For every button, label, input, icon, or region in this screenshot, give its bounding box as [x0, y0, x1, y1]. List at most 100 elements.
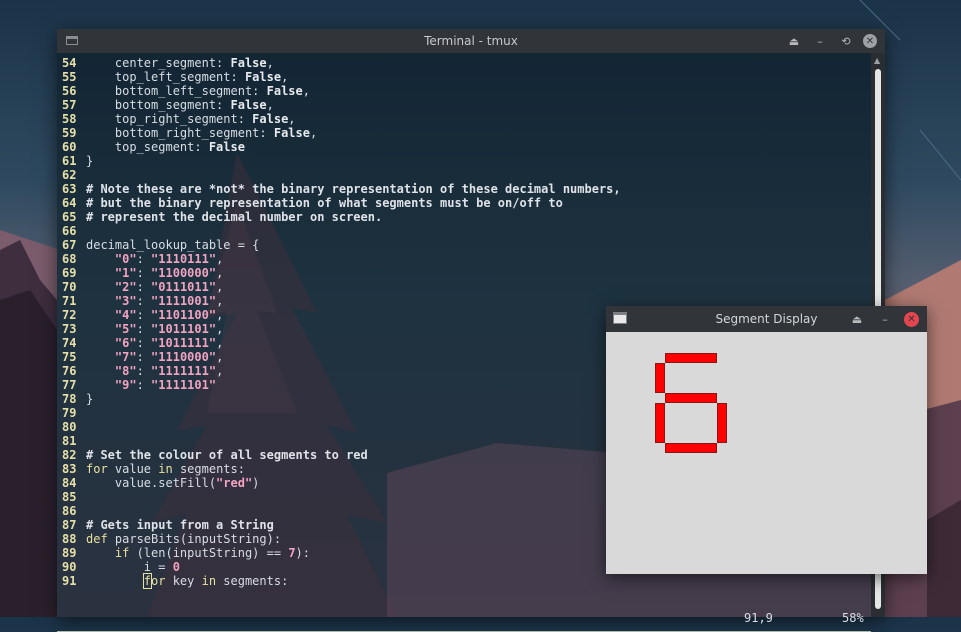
line-text: "4": "1101100",: [114, 308, 224, 322]
code-line: 63 # Note these are *not* the binary repr…: [62, 182, 621, 196]
seg-close-button[interactable]: ✕: [904, 311, 919, 327]
line-number: 55: [62, 70, 77, 84]
code-line: 88 def parseBits(inputString):: [62, 532, 621, 546]
top-segment: [665, 353, 717, 363]
line-number: 60: [62, 140, 77, 154]
code-line: 70 "2": "0111011",: [62, 280, 621, 294]
top-left-segment: [655, 363, 665, 393]
code-line: 85: [62, 490, 621, 504]
code-line: 84 value.setFill("red"): [62, 476, 621, 490]
line-number: 78: [62, 392, 77, 406]
line-number: 58: [62, 112, 77, 126]
line-text: "3": "1111001",: [114, 294, 224, 308]
line-text: bottom_segment: False,: [86, 98, 274, 112]
seg-shade-button[interactable]: ⏏: [848, 310, 866, 328]
code-line: 57 bottom_segment: False,: [62, 98, 621, 112]
line-text: top_segment: False: [86, 140, 245, 154]
line-number: 72: [62, 308, 77, 322]
line-number: 87: [62, 518, 77, 532]
code-line: 91 for key in segments:: [62, 573, 621, 589]
minimize-button[interactable]: –: [811, 32, 829, 50]
code-line: 77 "9": "1111101": [62, 378, 621, 392]
line-number: 66: [62, 224, 77, 238]
terminal-app-icon[interactable]: [66, 36, 78, 45]
segment-canvas: [606, 332, 927, 574]
line-number: 57: [62, 98, 77, 112]
line-text: "7": "1110000",: [114, 350, 224, 364]
line-number: 56: [62, 84, 77, 98]
scroll-up-arrow-icon[interactable]: ▲: [874, 56, 880, 65]
line-text: "5": "1011101",: [114, 322, 224, 336]
code-line: 78}: [62, 392, 621, 406]
segment-display-window: Segment Display ⏏ – ✕: [606, 306, 927, 574]
code-listing: 54 center_segment: False, 55 top_left_seg…: [62, 56, 621, 589]
line-text: }: [86, 392, 94, 406]
bottom-right-segment: [717, 403, 727, 443]
close-button[interactable]: ✕: [863, 34, 877, 48]
code-line: 64 # but the binary representation of wha…: [62, 196, 621, 210]
bottom-segment: [665, 443, 717, 453]
line-number: 81: [62, 434, 77, 448]
code-line: 66: [62, 224, 621, 238]
line-number: 74: [62, 336, 77, 350]
code-line: 75 "7": "1110000",: [62, 350, 621, 364]
line-text: top_left_segment: False,: [86, 70, 289, 84]
code-line: 72 "4": "1101100",: [62, 308, 621, 322]
line-number: 65: [62, 210, 77, 224]
code-line: 65 # represent the decimal number on scre…: [62, 210, 621, 224]
line-text: for value in segments:: [86, 462, 245, 476]
line-text: "2": "0111011",: [114, 280, 224, 294]
line-number: 54: [62, 56, 77, 70]
center-segment: [665, 393, 717, 403]
line-text: value.setFill("red"): [86, 476, 260, 490]
line-text: bottom_right_segment: False,: [86, 126, 318, 140]
code-line: 60 top_segment: False: [62, 140, 621, 154]
terminal-titlebar[interactable]: Terminal - tmux ⏏ – ⟲ ✕: [57, 29, 885, 53]
line-number: 64: [62, 196, 77, 210]
code-line: 71 "3": "1111001",: [62, 294, 621, 308]
segment-window-title: Segment Display: [715, 312, 818, 326]
line-number: 84: [62, 476, 77, 490]
seg-minimize-button[interactable]: –: [876, 310, 894, 328]
code-line: 81: [62, 434, 621, 448]
line-number: 59: [62, 126, 77, 140]
code-line: 82 # Set the colour of all segments to re…: [62, 448, 621, 462]
code-line: 54 center_segment: False,: [62, 56, 621, 70]
line-text: # Set the colour of all segments to red: [86, 448, 368, 462]
line-number: 73: [62, 322, 77, 336]
cursor-position: 91,9: [744, 611, 773, 625]
maximize-button[interactable]: ⟲: [837, 32, 855, 50]
line-number: 75: [62, 350, 77, 364]
code-line: 59 bottom_right_segment: False,: [62, 126, 621, 140]
shade-button[interactable]: ⏏: [785, 32, 803, 50]
line-number: 68: [62, 252, 77, 266]
terminal-title: Terminal - tmux: [424, 34, 518, 48]
line-text: # but the binary representation of what …: [86, 196, 563, 210]
code-line: 73 "5": "1011101",: [62, 322, 621, 336]
code-line: 61}: [62, 154, 621, 168]
line-text: decimal_lookup_table = {: [86, 238, 260, 252]
line-number: 80: [62, 420, 77, 434]
line-text: "6": "1011111",: [114, 336, 224, 350]
line-number: 71: [62, 294, 77, 308]
line-text: "0": "1110111",: [114, 252, 224, 266]
line-number: 63: [62, 182, 77, 196]
code-line: 76 "8": "1111111",: [62, 364, 621, 378]
line-number: 77: [62, 378, 77, 392]
line-number: 70: [62, 280, 77, 294]
line-text: "1": "1100000",: [114, 266, 224, 280]
code-line: 83 for value in segments:: [62, 462, 621, 476]
segment-titlebar[interactable]: Segment Display ⏏ – ✕: [606, 306, 927, 332]
window-app-icon[interactable]: [613, 312, 627, 324]
code-line: 87 # Gets input from a String: [62, 518, 621, 532]
code-line: 89 if (len(inputString) == 7):: [62, 546, 621, 560]
line-text: # Gets input from a String: [86, 518, 274, 532]
line-text: for key in segments:: [142, 573, 289, 589]
line-number: 88: [62, 532, 77, 546]
line-number: 91: [62, 574, 77, 588]
line-text: "9": "1111101": [114, 378, 217, 392]
line-number: 61: [62, 154, 77, 168]
code-line: 90 i = 0: [62, 560, 621, 574]
line-text: "8": "1111111",: [114, 364, 224, 378]
line-number: 85: [62, 490, 77, 504]
